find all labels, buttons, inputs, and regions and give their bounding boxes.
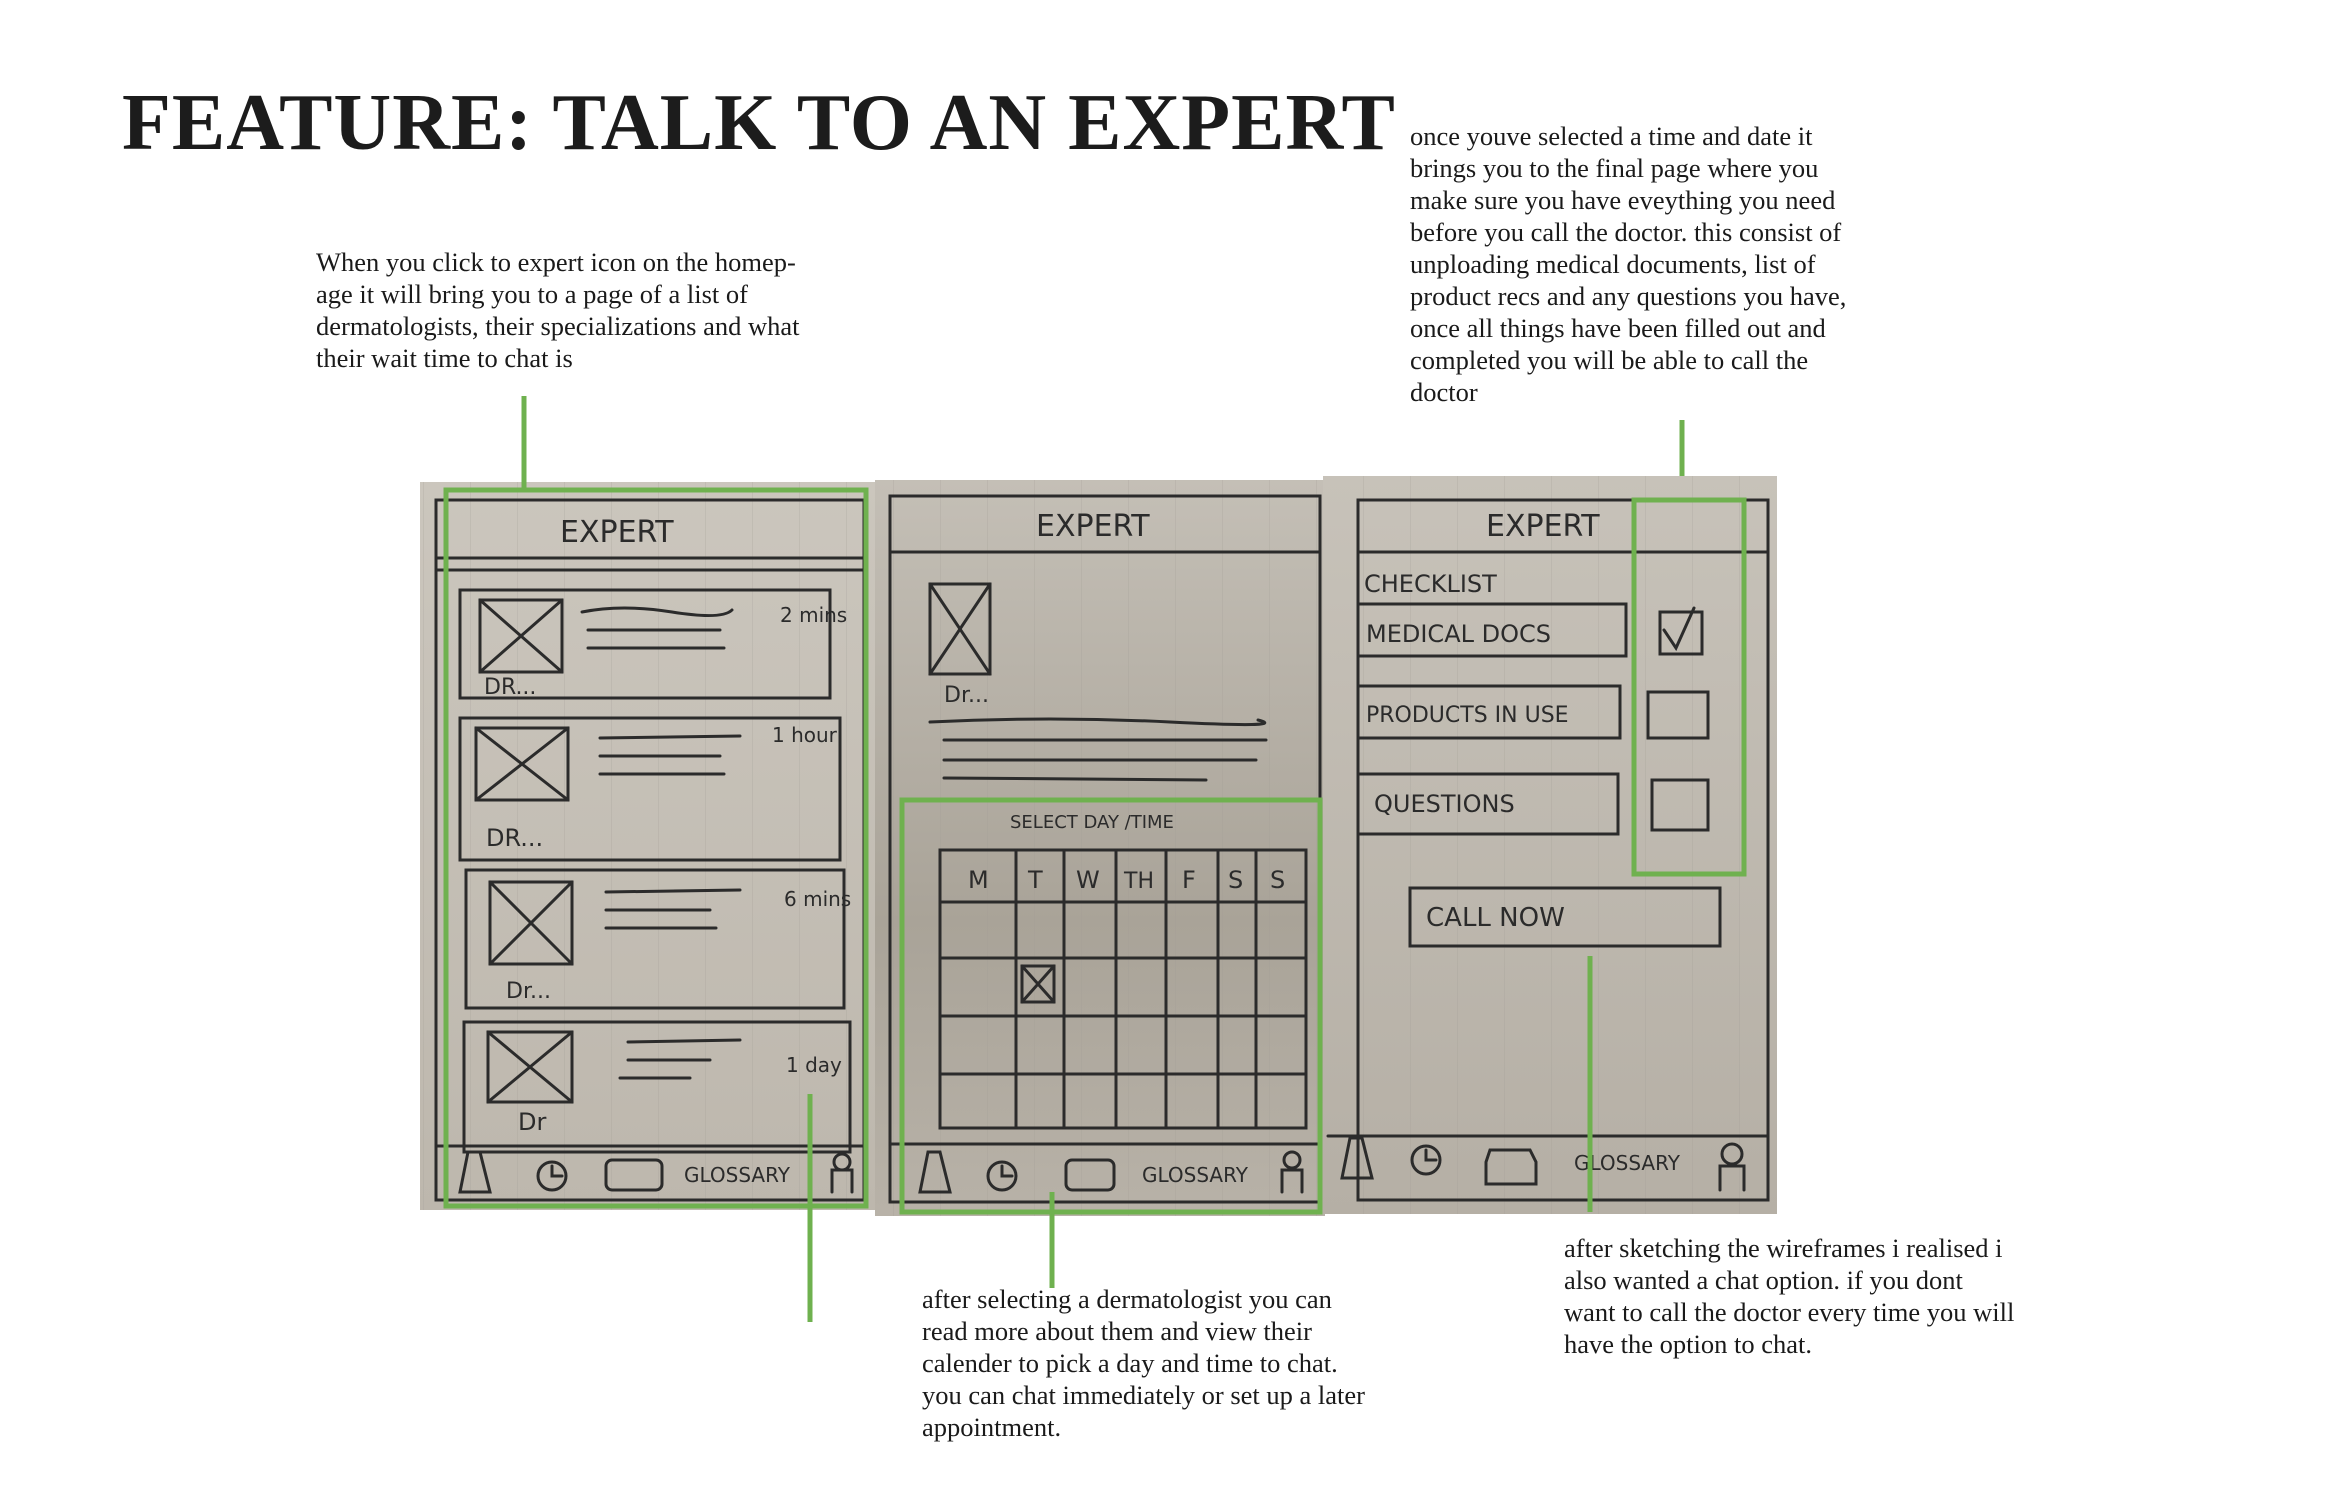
- checklist-item-label: PRODUCTS IN USE: [1366, 703, 1569, 728]
- screen-header: EXPERT: [1036, 509, 1150, 544]
- call-now-label: CALL NOW: [1426, 903, 1565, 933]
- doctor-name: Dr...: [506, 979, 551, 1004]
- wait-time: 1 hour: [772, 723, 838, 747]
- screen-header: EXPERT: [1486, 509, 1600, 544]
- wait-time: 2 mins: [780, 603, 847, 627]
- day-label: TH: [1123, 869, 1154, 894]
- doctor-name: DR...: [486, 824, 543, 852]
- checklist-item-label: QUESTIONS: [1374, 790, 1515, 818]
- screen-header: EXPERT: [560, 515, 674, 550]
- day-label: M: [968, 866, 989, 894]
- wait-time: 6 mins: [784, 887, 851, 911]
- wait-time: 1 day: [786, 1053, 842, 1077]
- day-label: W: [1076, 866, 1100, 894]
- checklist-label: CHECKLIST: [1364, 570, 1497, 598]
- checklist-item-label: MEDICAL DOCS: [1366, 620, 1551, 648]
- day-label: F: [1182, 866, 1196, 894]
- picker-label: SELECT DAY /TIME: [1010, 812, 1174, 833]
- doctor-name: Dr: [518, 1108, 546, 1136]
- day-label: T: [1027, 866, 1043, 894]
- doctor-name: Dr...: [944, 683, 989, 708]
- wireframe-sketches: EXPERT DR... 2 mins DR... 1 hour Dr... 6…: [420, 396, 1777, 1322]
- doctor-name: DR...: [484, 675, 536, 700]
- day-label: S: [1270, 866, 1285, 894]
- day-label: S: [1228, 866, 1243, 894]
- tab-glossary: GLOSSARY: [684, 1163, 791, 1187]
- tab-glossary: GLOSSARY: [1142, 1163, 1249, 1187]
